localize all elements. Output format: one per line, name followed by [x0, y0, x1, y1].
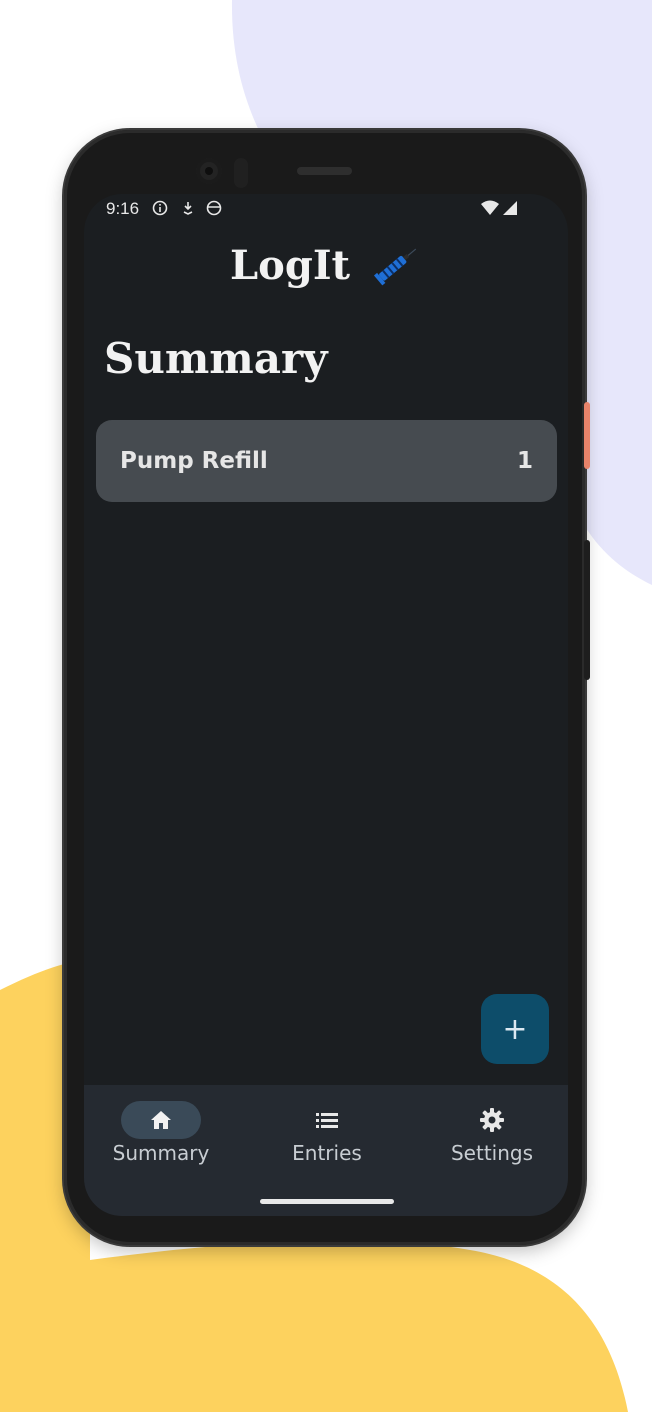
nav-item-summary[interactable]: Summary	[91, 1101, 231, 1165]
power-button	[584, 402, 590, 469]
list-icon	[316, 1113, 338, 1128]
nav-pill-entries	[287, 1101, 367, 1139]
front-camera	[196, 158, 222, 184]
nav-pill-settings	[452, 1101, 532, 1139]
plus-icon: +	[502, 1011, 528, 1047]
volume-button	[584, 540, 590, 680]
proximity-sensor	[234, 158, 248, 188]
syringe-icon	[372, 239, 422, 299]
status-time: 9:16	[106, 199, 140, 218]
download-icon	[180, 200, 196, 216]
nav-label-settings: Settings	[450, 1141, 534, 1165]
summary-card-pump-refill[interactable]: Pump Refill 1	[96, 420, 557, 502]
earpiece-speaker	[297, 167, 352, 175]
nav-active-indicator	[121, 1101, 201, 1139]
app-title-text: LogIt	[230, 242, 351, 289]
summary-card-label: Pump Refill	[120, 448, 268, 474]
page-title: Summary	[104, 334, 328, 383]
wifi-icon	[480, 200, 500, 216]
app-title: LogIt	[84, 239, 568, 299]
nav-item-entries[interactable]: Entries	[257, 1101, 397, 1165]
phone-screen: 9:16 LogIt Summary Pump Refill 1 + Summa…	[84, 194, 568, 1216]
add-entry-button[interactable]: +	[481, 994, 549, 1064]
signal-icon	[502, 200, 518, 216]
home-icon	[151, 1111, 171, 1129]
nav-item-settings[interactable]: Settings	[422, 1101, 562, 1165]
bottom-navigation: Summary Entries Settings	[84, 1085, 568, 1216]
face-icon	[206, 200, 222, 216]
gear-icon	[480, 1108, 504, 1132]
info-icon	[152, 200, 168, 216]
home-indicator	[260, 1199, 394, 1204]
status-bar: 9:16	[84, 194, 568, 224]
nav-label-entries: Entries	[292, 1141, 362, 1165]
nav-label-summary: Summary	[112, 1141, 210, 1165]
canvas: 9:16 LogIt Summary Pump Refill 1 + Summa…	[0, 0, 652, 1412]
summary-card-count: 1	[516, 448, 533, 474]
